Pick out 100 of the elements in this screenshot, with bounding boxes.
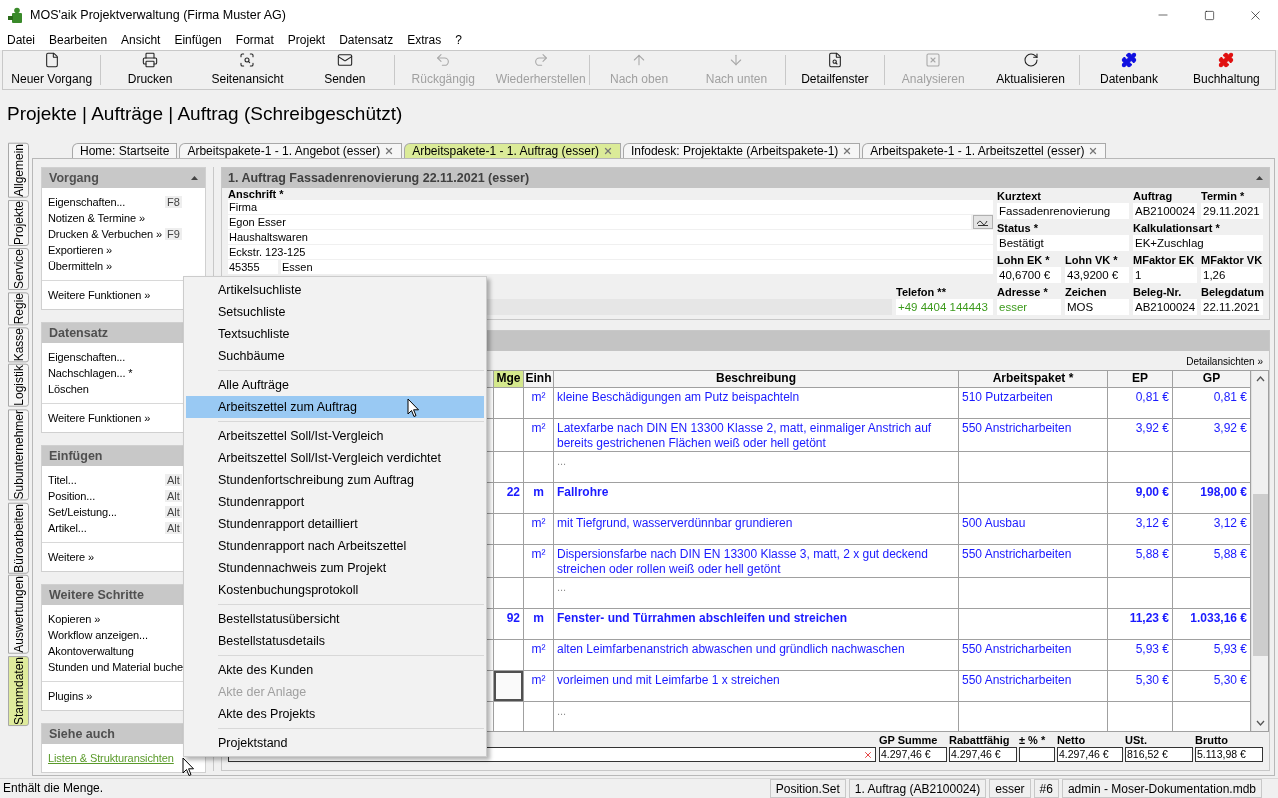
menu-item[interactable]: Setsuchliste	[186, 301, 484, 323]
menu-bar-item[interactable]: Datei	[2, 31, 40, 49]
menu-item[interactable]: Stundenfortschreibung zum Auftrag	[186, 469, 484, 491]
menu-item[interactable]: Kostenbuchungsprotokoll	[186, 579, 484, 601]
menu-bar-item[interactable]: Extras	[402, 31, 447, 49]
menu-item[interactable]: Arbeitszettel Soll/Ist-Vergleich verdichtet	[186, 447, 484, 469]
task-link[interactable]: Kopieren »	[48, 610, 101, 628]
menu-bar-item[interactable]: Einfügen	[169, 31, 227, 49]
input-field[interactable]: AB2100024	[1133, 203, 1197, 219]
task-link[interactable]: Titel...	[48, 471, 77, 489]
document-tab[interactable]: Arbeitspakete-1 - 1. Auftrag (esser)	[404, 143, 621, 158]
side-tab[interactable]: Logistik	[8, 364, 29, 408]
menu-item[interactable]: Bestellstatusdetails	[186, 630, 484, 652]
column-header[interactable]: Arbeitspaket *	[958, 371, 1108, 387]
task-link[interactable]: Drucken & Verbuchen »	[48, 225, 163, 243]
column-header[interactable]: EP	[1107, 371, 1173, 387]
document-tab[interactable]: Arbeitspakete-1 - 1. Arbeitszettel (esser)	[862, 143, 1107, 158]
input-field[interactable]: esser	[997, 299, 1061, 315]
toolbar-button[interactable]: Aktualisieren	[981, 51, 1080, 89]
close-icon[interactable]	[842, 146, 853, 156]
menu-item[interactable]: Bestellstatusübersicht	[186, 608, 484, 630]
menu-bar-item[interactable]: Format	[230, 31, 279, 49]
task-link[interactable]: Übermitteln »	[48, 257, 113, 275]
menu-bar-item[interactable]: Bearbeiten	[44, 31, 113, 49]
lookup-button[interactable]	[973, 215, 993, 229]
task-link[interactable]: Workflow anzeigen...	[48, 626, 148, 644]
task-link[interactable]: Löschen	[48, 380, 89, 398]
menu-item[interactable]: Stundenrapport nach Arbeitszettel	[186, 535, 484, 557]
scrollbar[interactable]	[1251, 371, 1268, 731]
input-field[interactable]: MOS	[1065, 299, 1129, 315]
menu-item[interactable]: Suchbäume	[186, 345, 484, 367]
input-field[interactable]: EK+Zuschlag	[1133, 235, 1263, 251]
side-tab[interactable]: Auswertungen	[8, 575, 29, 654]
address-field[interactable]: Egon Esser	[228, 215, 971, 229]
task-link[interactable]: Notizen & Termine »	[48, 209, 145, 227]
close-icon[interactable]	[1088, 146, 1099, 156]
toolbar-button[interactable]: Drucken	[101, 51, 199, 89]
side-tab[interactable]: Subunternehmer	[8, 409, 29, 501]
task-link[interactable]: Artikel...	[48, 519, 87, 537]
input-field[interactable]: +49 4404 144443	[896, 299, 993, 315]
menu-item[interactable]: Artikelsuchliste	[186, 279, 484, 301]
task-link[interactable]: Nachschlagen... *	[48, 364, 133, 382]
link[interactable]: Listen & Strukturansichten	[48, 749, 174, 767]
side-tab[interactable]: Regie	[8, 291, 29, 326]
close-icon[interactable]	[384, 146, 395, 156]
side-tab[interactable]: Stammdaten	[8, 656, 29, 727]
side-tab[interactable]: Projekte	[8, 199, 29, 246]
menu-item[interactable]: Arbeitszettel Soll/Ist-Vergleich	[186, 425, 484, 447]
close-icon[interactable]	[602, 146, 613, 156]
task-link[interactable]: Position...	[48, 487, 96, 505]
toolbar-button[interactable]: Neuer Vorgang	[3, 51, 101, 89]
menu-item[interactable]: Alle Aufträge	[186, 374, 484, 396]
address-field[interactable]: Eckstr. 123-125	[228, 245, 993, 259]
menu-bar-item[interactable]: Projekt	[282, 31, 331, 49]
menu-item[interactable]: Stundenrapport	[186, 491, 484, 513]
toolbar-button[interactable]: Buchhaltung	[1177, 51, 1276, 89]
column-header[interactable]: GP	[1172, 371, 1251, 387]
input-field[interactable]: 22.11.2021	[1201, 299, 1263, 315]
task-link[interactable]: Exportieren »	[48, 241, 113, 259]
menu-bar-item[interactable]: Datensatz	[334, 31, 399, 49]
input-field[interactable]: 40,6700 €	[997, 267, 1061, 283]
menu-item[interactable]: Akte des Kunden	[186, 659, 484, 681]
column-header[interactable]: Mge	[493, 371, 524, 387]
address-field[interactable]: Firma	[228, 200, 993, 214]
menu-item[interactable]: Textsuchliste	[186, 323, 484, 345]
input-field[interactable]: 29.11.2021	[1201, 203, 1263, 219]
menu-item[interactable]: Projektstand	[186, 732, 484, 754]
side-tab[interactable]: Service	[8, 247, 29, 290]
column-header[interactable]: Beschreibung	[553, 371, 959, 387]
document-tab[interactable]: Arbeitspakete-1 - 1. Angebot (esser)	[179, 143, 403, 158]
address-field[interactable]: Haushaltswaren	[228, 230, 993, 244]
menu-item[interactable]: Stundennachweis zum Projekt	[186, 557, 484, 579]
task-link[interactable]: Set/Leistung...	[48, 503, 117, 521]
side-tab[interactable]: Allgemein	[8, 143, 29, 198]
task-link[interactable]: Weitere »	[48, 548, 94, 566]
menu-bar-item[interactable]: ?	[450, 31, 467, 49]
details-link[interactable]: Detailansichten »	[1186, 354, 1263, 369]
toolbar-button[interactable]: Detailfenster	[786, 51, 884, 89]
toolbar-button[interactable]: Datenbank	[1080, 51, 1178, 89]
input-field[interactable]: Fassadenrenovierung	[997, 203, 1129, 219]
input-field[interactable]: 1,26	[1201, 267, 1263, 283]
task-link[interactable]: Eigenschaften...	[48, 348, 126, 366]
side-tab[interactable]: Büroarbeiten	[8, 502, 29, 574]
city-field[interactable]: Essen	[281, 260, 993, 274]
menu-item[interactable]: Stundenrapport detailliert	[186, 513, 484, 535]
task-link[interactable]: Weitere Funktionen »	[48, 409, 151, 427]
zip-field[interactable]: 45355	[228, 260, 278, 274]
task-link[interactable]: Plugins »	[48, 687, 93, 705]
task-link[interactable]: Eigenschaften...	[48, 193, 126, 211]
menu-bar-item[interactable]: Ansicht	[116, 31, 166, 49]
task-link[interactable]: Akontoverwaltung	[48, 642, 134, 660]
input-field[interactable]: AB2100024	[1133, 299, 1197, 315]
input-field[interactable]: Bestätigt	[997, 235, 1129, 251]
input-field[interactable]: 43,9200 €	[1065, 267, 1129, 283]
menu-item[interactable]: Arbeitszettel zum Auftrag	[186, 396, 484, 418]
input-field[interactable]: 1	[1133, 267, 1197, 283]
toolbar-button[interactable]: Senden	[296, 51, 394, 89]
task-link[interactable]: Weitere Funktionen »	[48, 286, 151, 304]
menu-item[interactable]: Akte des Projekts	[186, 703, 484, 725]
task-link[interactable]: Stunden und Material buche	[48, 658, 183, 676]
